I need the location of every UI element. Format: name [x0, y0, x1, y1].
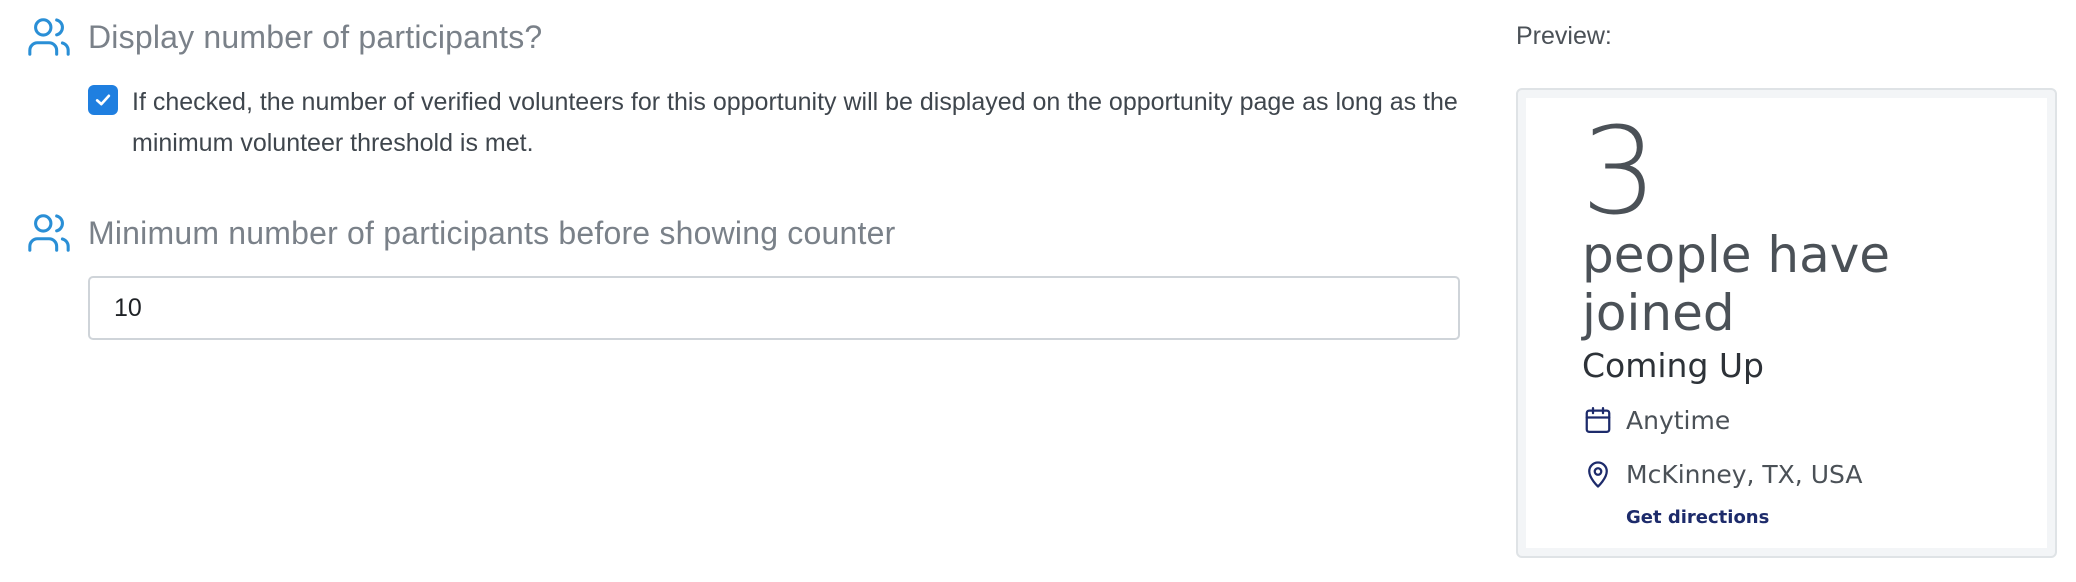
- location-text: McKinney, TX, USA: [1626, 459, 1863, 489]
- setting-title: Display number of participants?: [88, 18, 543, 55]
- get-directions-link[interactable]: Get directions: [1626, 507, 1769, 528]
- date-row: Anytime: [1582, 404, 1730, 436]
- people-icon: [24, 208, 74, 258]
- location-pin-icon: [1582, 458, 1614, 490]
- location-row: McKinney, TX, USA: [1582, 458, 1862, 490]
- display-participants-checkbox[interactable]: [88, 85, 118, 115]
- setting-title: Minimum number of participants before sh…: [88, 214, 896, 251]
- setting-minimum-participants: Minimum number of participants before sh…: [24, 208, 1464, 258]
- people-icon: [24, 12, 74, 62]
- coming-up-heading: Coming Up: [1582, 346, 1764, 385]
- participant-count-caption: people have joined: [1582, 226, 1891, 342]
- participant-count: 3: [1581, 103, 1658, 242]
- minimum-participants-input[interactable]: [88, 276, 1460, 340]
- checkmark-icon: [95, 94, 111, 106]
- settings-panel: Display number of participants? If check…: [24, 12, 1464, 340]
- date-text: Anytime: [1626, 405, 1731, 435]
- checkbox-description: If checked, the number of verified volun…: [132, 88, 1458, 157]
- setting-display-participants: Display number of participants?: [24, 12, 1464, 62]
- preview-frame: 3 people have joined Coming Up Anytime M…: [1516, 88, 2057, 558]
- display-participants-option: If checked, the number of verified volun…: [88, 82, 1464, 164]
- preview-label: Preview:: [1516, 22, 1612, 50]
- calendar-icon: [1582, 404, 1614, 436]
- preview-card: 3 people have joined Coming Up Anytime M…: [1526, 98, 2047, 548]
